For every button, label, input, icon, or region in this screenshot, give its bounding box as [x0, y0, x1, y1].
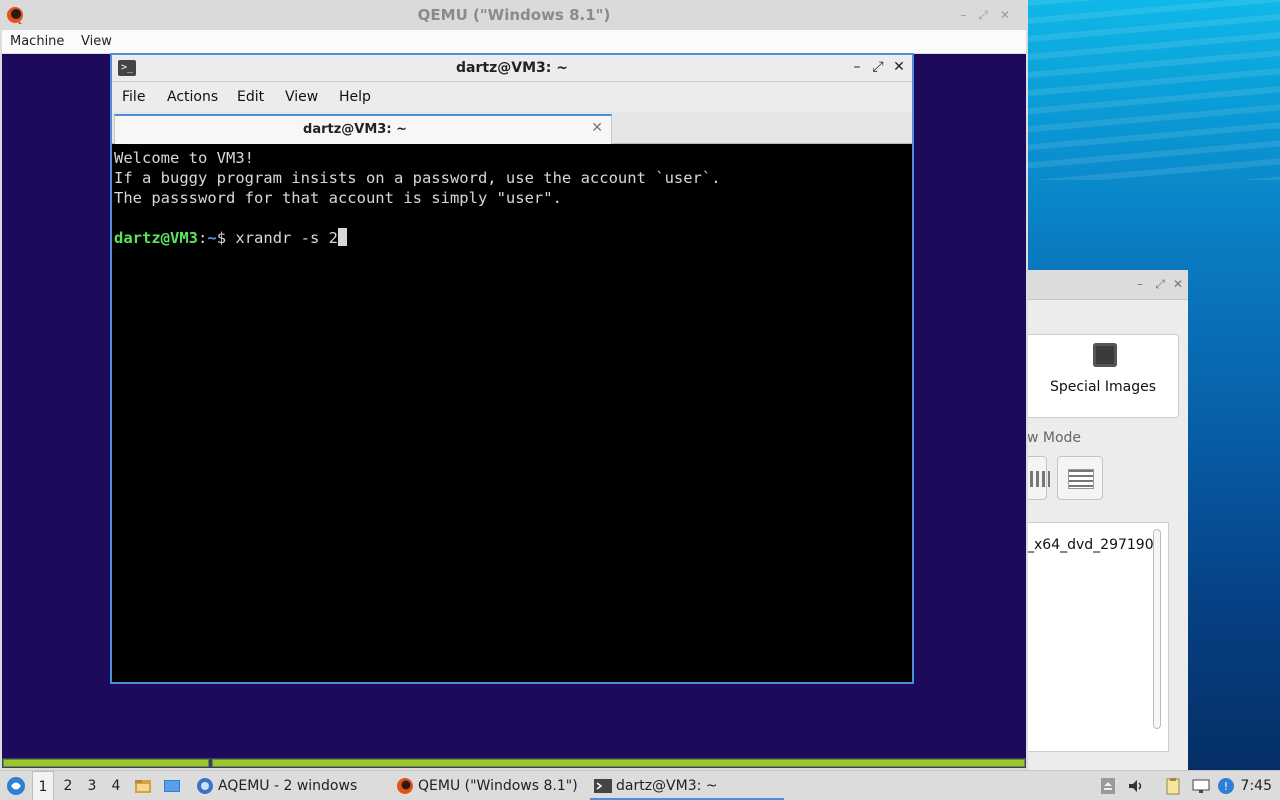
prompt-user: dartz@VM3 — [114, 229, 198, 247]
qemu-titlebar[interactable]: QEMU ("Windows 8.1") –⤢✕ — [0, 0, 1028, 30]
app-menu-icon[interactable] — [6, 776, 26, 796]
workspace-4[interactable]: 4 — [105, 771, 127, 800]
aqemu-icon — [197, 778, 213, 794]
workspace-3[interactable]: 3 — [81, 771, 103, 800]
command-text: xrandr -s 2 — [226, 229, 339, 247]
menu-file[interactable]: File — [122, 89, 145, 105]
workspace-2[interactable]: 2 — [57, 771, 79, 800]
media-list[interactable]: _x64_dvd_297190 — [1027, 522, 1169, 752]
eject-icon[interactable] — [1099, 777, 1117, 795]
terminal-menubar: File Actions Edit View Help — [112, 82, 912, 112]
guest-progress-bar — [212, 759, 1025, 767]
task-label: AQEMU - 2 windows — [218, 778, 358, 794]
volume-icon[interactable] — [1127, 777, 1145, 795]
window-title: QEMU ("Windows 8.1") — [417, 6, 611, 24]
wallpaper-ripple — [1026, 0, 1280, 180]
output-line: If a buggy program insists on a password… — [114, 169, 721, 187]
task-label: dartz@VM3: ~ — [616, 778, 718, 794]
clipboard-icon[interactable] — [1164, 777, 1182, 795]
menu-view[interactable]: View — [285, 89, 318, 105]
maximize-icon[interactable]: ⤢ — [870, 59, 886, 75]
close-tab-icon[interactable]: ✕ — [591, 120, 603, 136]
special-images-label: Special Images — [1049, 379, 1157, 395]
task-label: QEMU ("Windows 8.1") — [418, 778, 578, 794]
workspace-1[interactable]: 1 — [32, 771, 54, 800]
show-desktop-icon[interactable] — [163, 777, 181, 795]
guest-progress-bar — [3, 759, 209, 767]
menu-help[interactable]: Help — [339, 89, 371, 105]
grid-icon — [1030, 471, 1050, 487]
terminal-icon — [594, 779, 612, 793]
maximize-icon[interactable]: ⤢ — [1153, 278, 1167, 290]
minimize-icon[interactable]: – — [1133, 278, 1147, 290]
menu-machine[interactable]: Machine — [10, 34, 64, 49]
window-controls[interactable]: –⤢✕ — [960, 8, 1022, 23]
tab-terminal[interactable]: dartz@VM3: ~ ✕ — [114, 114, 612, 144]
prompt-path: ~ — [207, 229, 217, 247]
aqemu-window[interactable]: – ⤢ ✕ Special Images w Mode _x64_dvd_297… — [1001, 270, 1188, 770]
close-icon[interactable]: ✕ — [891, 59, 907, 75]
output-line: Welcome to VM3! — [114, 149, 254, 167]
output-line: The passsword for that account is simply… — [114, 189, 562, 207]
menu-edit[interactable]: Edit — [237, 89, 264, 105]
prompt-separator: : — [198, 229, 208, 247]
minimize-icon[interactable]: – — [849, 59, 865, 75]
task-terminal[interactable]: dartz@VM3: ~ — [590, 771, 784, 800]
scrollbar[interactable] — [1153, 529, 1161, 729]
prompt-symbol: $ — [216, 229, 227, 247]
close-icon[interactable]: ✕ — [1171, 278, 1185, 290]
qemu-icon — [397, 778, 413, 794]
svg-text:!: ! — [1224, 780, 1228, 793]
taskbar: 1 2 3 4 AQEMU - 2 windows QEMU ("Windows… — [0, 770, 1280, 800]
file-manager-icon[interactable] — [134, 777, 152, 795]
chip-icon — [1090, 343, 1120, 367]
aqemu-titlebar[interactable]: – ⤢ ✕ — [1027, 270, 1188, 300]
terminal-title: dartz@VM3: ~ — [456, 60, 568, 76]
update-notifier-icon[interactable]: ! — [1217, 777, 1235, 795]
network-icon[interactable] — [1192, 777, 1210, 795]
task-aqemu[interactable]: AQEMU - 2 windows — [192, 771, 388, 800]
clock[interactable]: 7:45 — [1241, 771, 1272, 800]
terminal-tabbar: dartz@VM3: ~ ✕ — [112, 112, 912, 144]
special-images-button[interactable]: Special Images — [1027, 334, 1179, 418]
terminal-window[interactable]: >_ dartz@VM3: ~ – ⤢ ✕ File Actions Edit … — [110, 53, 914, 684]
list-view-button[interactable] — [1057, 456, 1103, 500]
list-item[interactable]: _x64_dvd_297190 — [1027, 537, 1154, 553]
menu-actions[interactable]: Actions — [167, 89, 218, 105]
list-icon — [1068, 469, 1094, 489]
view-mode-label: w Mode — [1027, 430, 1082, 446]
terminal-output[interactable]: Welcome to VM3! If a buggy program insis… — [114, 147, 910, 682]
menu-view[interactable]: View — [81, 34, 112, 49]
prompt-line: dartz@VM3:~$ xrandr -s 2 — [114, 228, 348, 248]
qemu-menubar: Machine View — [2, 30, 1026, 54]
terminal-titlebar[interactable]: >_ dartz@VM3: ~ – ⤢ ✕ — [112, 55, 912, 82]
tab-label: dartz@VM3: ~ — [303, 122, 407, 137]
text-cursor — [338, 228, 348, 246]
task-qemu[interactable]: QEMU ("Windows 8.1") — [392, 771, 584, 800]
